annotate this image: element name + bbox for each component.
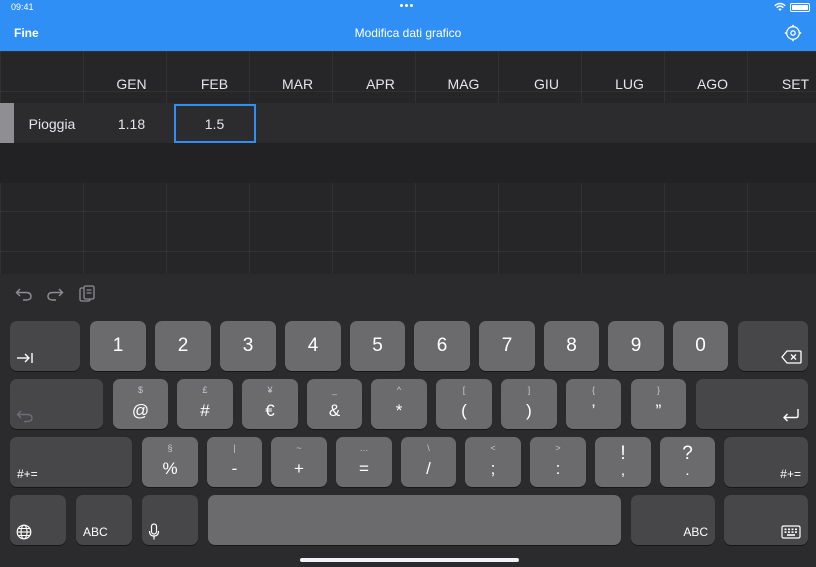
- key-6[interactable]: 6: [414, 321, 470, 371]
- column-header-giu[interactable]: GIU: [505, 76, 588, 92]
- key-right-double-quote[interactable]: }”: [631, 379, 686, 429]
- key-percent[interactable]: §%: [142, 437, 198, 487]
- undo-key-icon: [16, 410, 33, 423]
- key-8[interactable]: 8: [544, 321, 599, 371]
- key-equals[interactable]: … =: [336, 437, 392, 487]
- return-icon: [783, 409, 799, 422]
- navigation-bar: Fine Modifica dati grafico: [0, 14, 816, 51]
- key-3[interactable]: 3: [220, 321, 276, 371]
- key-9[interactable]: 9: [608, 321, 664, 371]
- abc-right-key[interactable]: ABC: [631, 495, 715, 545]
- key-semicolon[interactable]: <;: [465, 437, 521, 487]
- status-bar: 09:41: [0, 0, 816, 14]
- key-asterisk[interactable]: ^ *: [371, 379, 427, 429]
- abc-left-key[interactable]: ABC: [76, 495, 132, 545]
- multitasking-dots-icon[interactable]: [400, 4, 416, 8]
- column-header-apr[interactable]: APR: [339, 76, 422, 92]
- key-plus[interactable]: ~ +: [271, 437, 327, 487]
- key-minus[interactable]: | -: [207, 437, 262, 487]
- keyboard: 1 2 3 4 5 6 7 8 9 0 $ @ £ # ¥ € _ & ^ * [(: [0, 274, 816, 567]
- key-ampersand[interactable]: _ &: [307, 379, 362, 429]
- column-header-set[interactable]: SET: [754, 76, 816, 92]
- redo-icon[interactable]: [45, 284, 65, 304]
- home-indicator[interactable]: [300, 558, 519, 562]
- wifi-icon: [774, 2, 786, 11]
- column-header-ago[interactable]: AGO: [671, 76, 754, 92]
- key-1[interactable]: 1: [90, 321, 146, 371]
- app-screen: 09:41 Fine Modifica dati grafico GEN FEB…: [0, 0, 816, 567]
- column-header-feb[interactable]: FEB: [173, 76, 256, 92]
- key-exclamation[interactable]: !,: [595, 437, 651, 487]
- row-handle[interactable]: [0, 103, 14, 143]
- globe-icon: [16, 524, 32, 540]
- keyboard-dismiss-icon: [781, 525, 801, 539]
- empty-row-band: [0, 143, 816, 183]
- space-key[interactable]: [208, 495, 621, 545]
- key-slash[interactable]: \ /: [401, 437, 456, 487]
- column-header-mar[interactable]: MAR: [256, 76, 339, 92]
- key-open-paren[interactable]: [(: [436, 379, 492, 429]
- key-close-paren[interactable]: ]): [501, 379, 557, 429]
- key-colon[interactable]: >:: [530, 437, 586, 487]
- undo-icon[interactable]: [14, 284, 34, 304]
- key-right-single-quote[interactable]: {’: [566, 379, 621, 429]
- symbols-left-key[interactable]: #+=: [10, 437, 132, 487]
- key-euro[interactable]: ¥ €: [242, 379, 298, 429]
- key-hash[interactable]: £ #: [177, 379, 233, 429]
- gear-icon[interactable]: [784, 24, 802, 42]
- selected-cell-outline: [174, 104, 256, 143]
- key-at[interactable]: $ @: [113, 379, 168, 429]
- battery-icon: [790, 3, 810, 12]
- key-5[interactable]: 5: [350, 321, 405, 371]
- tab-key[interactable]: [10, 321, 80, 371]
- paste-icon[interactable]: [77, 284, 97, 304]
- column-header-lug[interactable]: LUG: [588, 76, 671, 92]
- dismiss-keyboard-key[interactable]: [724, 495, 808, 545]
- dictation-key[interactable]: [142, 495, 198, 545]
- key-question[interactable]: ?.: [660, 437, 715, 487]
- key-0[interactable]: 0: [673, 321, 728, 371]
- page-title: Modifica dati grafico: [354, 26, 462, 40]
- delete-icon: [781, 350, 802, 364]
- symbols-right-key[interactable]: #+=: [724, 437, 808, 487]
- data-grid: GEN FEB MAR APR MAG GIU LUG AGO SET Piog…: [0, 51, 816, 274]
- column-header-mag[interactable]: MAG: [422, 76, 505, 92]
- microphone-icon: [148, 523, 160, 540]
- cell-pioggia-gen[interactable]: 1.18: [90, 116, 173, 132]
- delete-key[interactable]: [738, 321, 808, 371]
- status-time: 09:41: [11, 2, 34, 12]
- return-key[interactable]: [696, 379, 808, 429]
- tab-icon: [17, 353, 33, 363]
- column-header-gen[interactable]: GEN: [90, 76, 173, 92]
- key-4[interactable]: 4: [285, 321, 341, 371]
- undo-key[interactable]: [10, 379, 103, 429]
- key-2[interactable]: 2: [155, 321, 211, 371]
- key-7[interactable]: 7: [479, 321, 535, 371]
- globe-key[interactable]: [10, 495, 66, 545]
- row-label-pioggia[interactable]: Pioggia: [14, 116, 90, 132]
